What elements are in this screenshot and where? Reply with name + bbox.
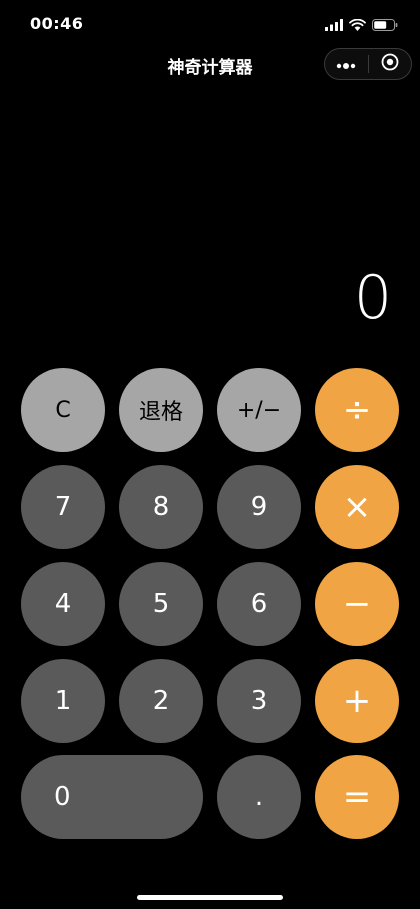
digit-3-button[interactable]: 3 xyxy=(217,659,301,743)
digit-1-button[interactable]: 1 xyxy=(21,659,105,743)
decimal-button[interactable]: . xyxy=(217,755,301,839)
more-button[interactable] xyxy=(325,49,368,79)
close-miniprogram-button[interactable] xyxy=(369,49,412,79)
digit-8-button[interactable]: 8 xyxy=(119,465,203,549)
add-button[interactable]: + xyxy=(315,659,399,743)
home-indicator[interactable] xyxy=(137,895,283,900)
digit-5-button[interactable]: 5 xyxy=(119,562,203,646)
clear-button[interactable]: C xyxy=(21,368,105,452)
miniprogram-capsule xyxy=(324,48,412,80)
close-miniprogram-icon xyxy=(381,53,399,75)
digit-7-button[interactable]: 7 xyxy=(21,465,105,549)
backspace-button[interactable]: 退格 xyxy=(119,368,203,452)
status-time: 00:46 xyxy=(30,14,84,33)
signal-icon xyxy=(325,16,343,35)
digit-0-button[interactable]: 0 xyxy=(21,755,203,839)
battery-icon xyxy=(372,16,398,35)
result-display: 0 xyxy=(353,263,392,333)
wifi-icon xyxy=(349,16,366,35)
multiply-button[interactable]: × xyxy=(315,465,399,549)
digit-4-button[interactable]: 4 xyxy=(21,562,105,646)
digit-9-button[interactable]: 9 xyxy=(217,465,301,549)
status-bar: 00:46 xyxy=(0,0,420,50)
subtract-button[interactable]: − xyxy=(315,562,399,646)
digit-6-button[interactable]: 6 xyxy=(217,562,301,646)
digit-2-button[interactable]: 2 xyxy=(119,659,203,743)
equals-button[interactable]: = xyxy=(315,755,399,839)
status-icons xyxy=(325,16,398,35)
more-icon xyxy=(336,55,356,74)
sign-toggle-button[interactable]: +/− xyxy=(217,368,301,452)
divide-button[interactable]: ÷ xyxy=(315,368,399,452)
